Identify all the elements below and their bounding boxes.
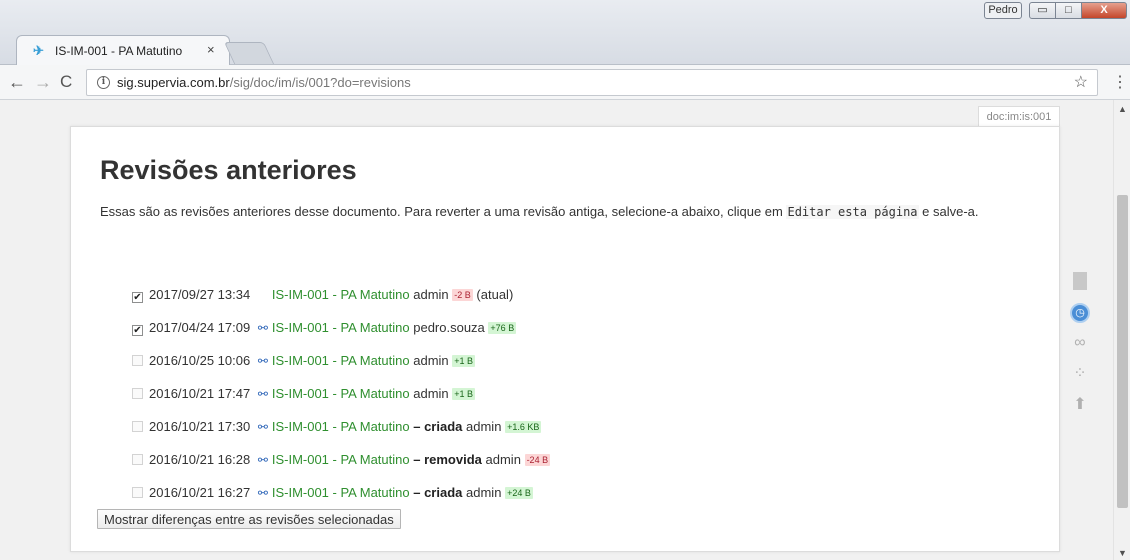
revision-checkbox	[132, 487, 143, 498]
revision-date: 2017/04/24 17:09	[149, 320, 251, 335]
browser-menu-icon[interactable]: ⋮	[1112, 72, 1128, 92]
compare-glasses-icon[interactable]: ⚯	[255, 453, 271, 467]
compare-glasses-icon[interactable]: ⚯	[255, 486, 271, 500]
intro-text-start: Essas são as revisões anteriores desse d…	[100, 204, 787, 219]
revision-list: ✔ 2017/09/27 13:34 IS-IM-001 - PA Matutin…	[132, 287, 551, 518]
intro-text: Essas são as revisões anteriores desse d…	[100, 203, 1040, 221]
compare-glasses-icon[interactable]: ⚯	[255, 420, 271, 434]
new-tab-button[interactable]	[223, 42, 275, 64]
address-bar[interactable]: i sig.supervia.com.br/sig/doc/im/is/001?…	[86, 69, 1098, 96]
forward-button[interactable]: →	[34, 72, 52, 92]
bookmark-star-icon[interactable]: ☆	[1074, 70, 1088, 95]
revision-row: ✔ 2017/09/27 13:34 IS-IM-001 - PA Matutin…	[132, 287, 550, 320]
scrollbar-thumb[interactable]	[1117, 195, 1128, 508]
show-differences-button[interactable]: Mostrar diferenças entre as revisões sel…	[97, 509, 401, 529]
reload-button[interactable]: C	[60, 72, 72, 92]
revision-page-link[interactable]: IS-IM-001 - PA Matutino	[272, 452, 410, 467]
revision-checkbox	[132, 388, 143, 399]
revision-date: 2016/10/21 17:30	[149, 419, 251, 434]
revision-checkbox	[132, 454, 143, 465]
revision-checkbox	[132, 355, 143, 366]
revision-row: ✔ 2017/04/24 17:09 ⚯ IS-IM-001 - PA Matuti…	[132, 320, 550, 353]
page-id-tab: doc:im:is:001	[978, 106, 1060, 127]
revision-date: 2016/10/25 10:06	[149, 353, 251, 368]
minimize-button[interactable]: ▭	[1029, 2, 1056, 19]
info-icon[interactable]: i	[97, 76, 110, 89]
url-host: sig.supervia.com.br	[117, 75, 230, 90]
content-panel: Revisões anteriores Essas são as revisõe…	[70, 126, 1060, 552]
recent-changes-icon[interactable]: ⁘	[1069, 363, 1091, 385]
revision-date: 2016/10/21 16:28	[149, 452, 251, 467]
show-page-icon[interactable]	[1069, 270, 1091, 292]
revision-checkbox[interactable]: ✔	[132, 292, 143, 303]
page-title: Revisões anteriores	[100, 155, 357, 185]
size-change-badge: +1 B	[452, 388, 476, 400]
revision-row: 2016/10/25 10:06 ⚯ IS-IM-001 - PA Matutin…	[132, 353, 550, 386]
profile-badge[interactable]: Pedro	[984, 2, 1022, 19]
revision-user: admin	[466, 419, 502, 434]
page-viewport: doc:im:is:001 Revisões anteriores Essas …	[0, 100, 1113, 560]
back-button[interactable]: ←	[8, 72, 26, 92]
current-revision-label: (atual)	[476, 287, 514, 302]
revision-page-link[interactable]: IS-IM-001 - PA Matutino	[272, 353, 410, 368]
revision-summary: – removida	[413, 452, 482, 467]
revision-user: admin	[413, 386, 449, 401]
revision-checkbox[interactable]: ✔	[132, 325, 143, 336]
revision-page-link[interactable]: IS-IM-001 - PA Matutino	[272, 386, 410, 401]
revision-page-link[interactable]: IS-IM-001 - PA Matutino	[272, 419, 410, 434]
browser-toolbar: ← → C i sig.supervia.com.br/sig/doc/im/i…	[0, 65, 1130, 100]
revision-user: admin	[485, 452, 521, 467]
revision-user: admin	[466, 485, 502, 500]
compare-glasses-icon[interactable]: ⚯	[255, 354, 271, 368]
browser-tab[interactable]: ✈ IS-IM-001 - PA Matutino ×	[16, 35, 230, 65]
edit-page-code: Editar esta página	[786, 205, 919, 219]
size-change-badge: -2 B	[452, 289, 473, 301]
url-path: /sig/doc/im/is/001?do=revisions	[229, 75, 411, 90]
tab-title: IS-IM-001 - PA Matutino	[55, 44, 183, 58]
revision-page-link[interactable]: IS-IM-001 - PA Matutino	[272, 320, 410, 335]
size-change-badge: +24 B	[505, 487, 533, 499]
size-change-badge: +76 B	[488, 322, 517, 334]
old-revisions-icon[interactable]: ◷	[1069, 301, 1091, 323]
revision-user: admin	[413, 287, 449, 302]
intro-text-end: e salve-a.	[918, 204, 979, 219]
revision-checkbox	[132, 421, 143, 432]
back-to-top-icon[interactable]: ⬆	[1069, 394, 1091, 416]
tab-close-icon[interactable]: ×	[207, 42, 215, 57]
revision-row: 2016/10/21 17:47 ⚯ IS-IM-001 - PA Matutin…	[132, 386, 550, 419]
revision-date: 2017/09/27 13:34	[149, 287, 251, 302]
size-change-badge: -24 B	[524, 454, 551, 466]
compare-glasses-icon[interactable]: ⚯	[255, 387, 271, 401]
revision-page-link[interactable]: IS-IM-001 - PA Matutino	[272, 287, 410, 302]
backlinks-icon[interactable]: ∞	[1069, 332, 1091, 354]
revision-user: pedro.souza	[413, 320, 485, 335]
revision-date: 2016/10/21 16:27	[149, 485, 251, 500]
revision-date: 2016/10/21 17:47	[149, 386, 251, 401]
revision-row: 2016/10/21 16:28 ⚯ IS-IM-001 - PA Matutin…	[132, 452, 551, 485]
size-change-badge: +1 B	[452, 355, 476, 367]
size-change-badge: +1.6 KB	[505, 421, 542, 433]
vertical-scrollbar[interactable]: ▲ ▼	[1113, 100, 1130, 560]
revision-user: admin	[413, 353, 449, 368]
scroll-up-arrow-icon[interactable]: ▲	[1118, 104, 1127, 114]
window-titlebar: ✈ IS-IM-001 - PA Matutino × Pedro ▭ □ X	[0, 0, 1130, 65]
compare-glasses-icon[interactable]: ⚯	[255, 321, 271, 335]
close-window-button[interactable]: X	[1081, 2, 1127, 19]
revision-row: 2016/10/21 17:30 ⚯ IS-IM-001 - PA Matutin…	[132, 419, 550, 452]
url-text[interactable]: sig.supervia.com.br/sig/doc/im/is/001?do…	[117, 70, 411, 95]
maximize-button[interactable]: □	[1055, 2, 1082, 19]
favicon-icon: ✈	[33, 43, 44, 58]
revision-page-link[interactable]: IS-IM-001 - PA Matutino	[272, 485, 410, 500]
revision-summary: – criada	[413, 419, 463, 434]
scroll-down-arrow-icon[interactable]: ▼	[1118, 548, 1127, 558]
revision-summary: – criada	[413, 485, 463, 500]
